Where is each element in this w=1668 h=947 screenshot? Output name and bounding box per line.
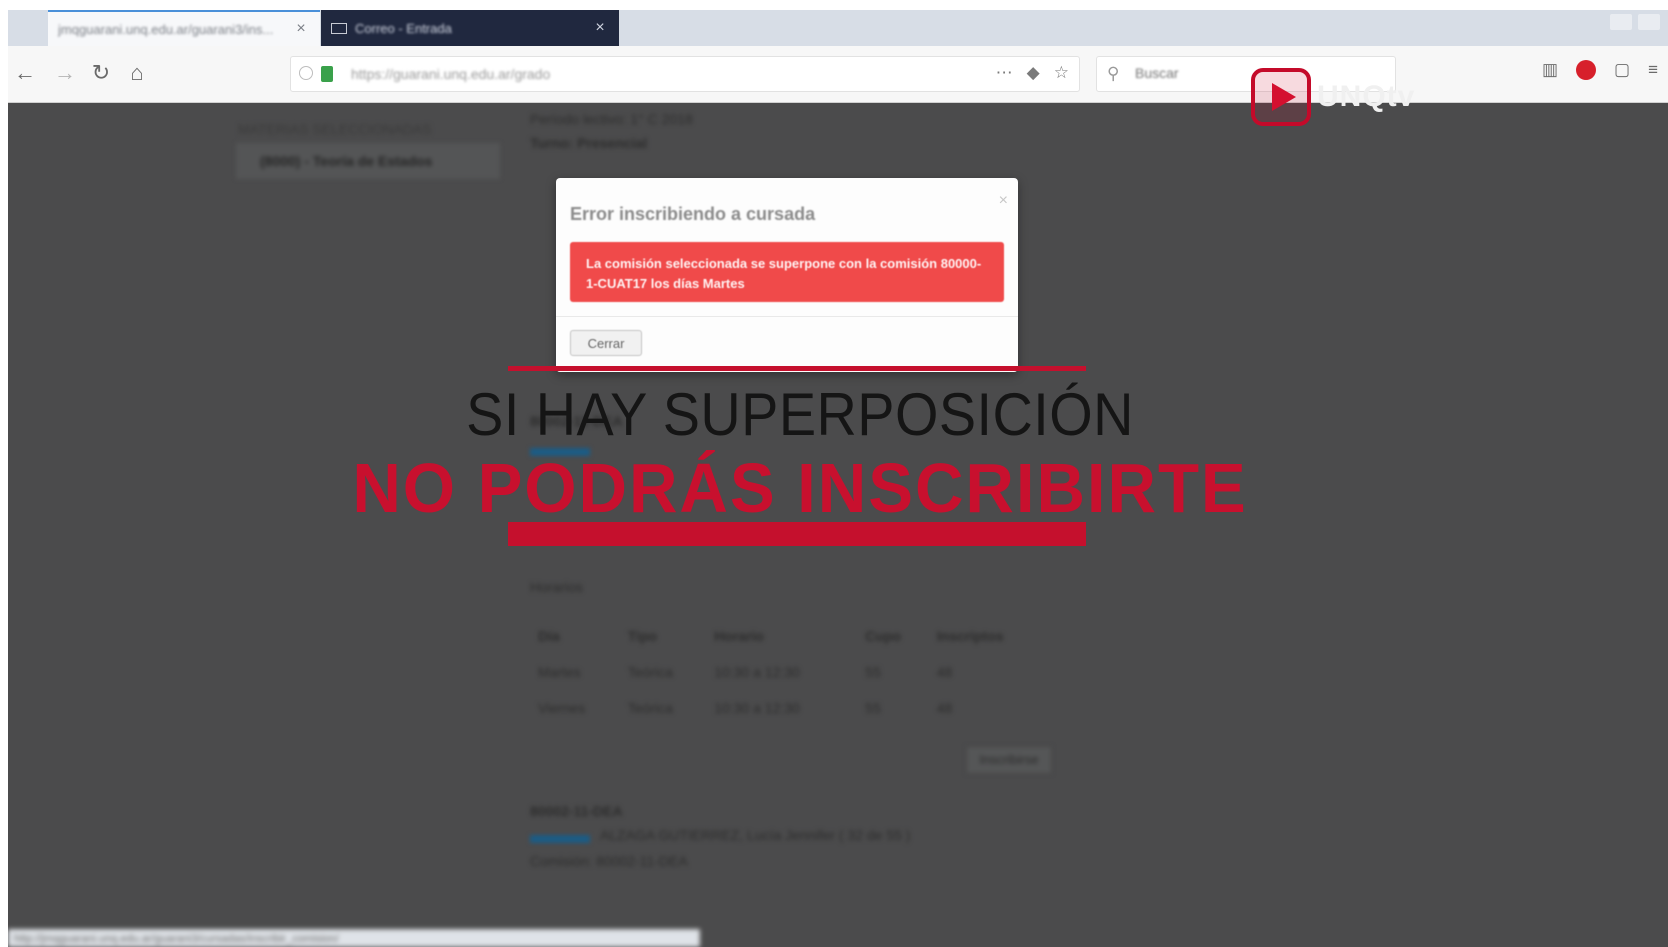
forward-icon[interactable]: → bbox=[52, 60, 78, 86]
window-controls bbox=[1610, 14, 1660, 30]
back-icon[interactable]: ← bbox=[12, 60, 38, 86]
close-icon[interactable]: × bbox=[999, 192, 1008, 210]
error-alert: La comisión seleccionada se superpone co… bbox=[570, 242, 1004, 302]
column-header: Tipo bbox=[627, 628, 658, 644]
play-logo-icon bbox=[1251, 68, 1311, 126]
table-cell: 10:30 a 12:30 bbox=[714, 700, 800, 716]
table-cell: 55 bbox=[865, 664, 881, 680]
more-icon[interactable]: ⋯ bbox=[996, 63, 1013, 83]
mail-icon bbox=[331, 22, 347, 34]
column-header: Cupo bbox=[865, 628, 902, 644]
minimize-icon[interactable] bbox=[1610, 14, 1632, 30]
table-header-row: Día Tipo Horario Cupo Inscriptos bbox=[530, 618, 1050, 654]
browser-toolbar: ← → ↻ ⌂ https://guarani.unq.edu.ar/grado… bbox=[8, 46, 1668, 103]
shift-text: Turno: Presencial bbox=[530, 135, 648, 151]
commission-detail: ALZAGA GUTIERREZ, Lucía Jennifer ( 32 de… bbox=[600, 827, 911, 843]
caption-line-1: SI HAY SUPERPOSICIÓN bbox=[466, 381, 1134, 448]
inscribir-button[interactable]: Inscribirse bbox=[966, 746, 1052, 774]
table-row: Viernes Teórica 10:30 a 12:30 55 48 bbox=[530, 690, 1050, 726]
reload-icon[interactable]: ↻ bbox=[88, 60, 114, 86]
pocket-icon[interactable]: ◆ bbox=[1027, 63, 1040, 83]
error-modal: Error inscribiendo a cursada × La comisi… bbox=[556, 178, 1018, 372]
period-text: Período lectivo: 1° C 2018 bbox=[530, 111, 693, 127]
modal-divider bbox=[556, 316, 1018, 317]
watermark-text: UNQtv bbox=[1317, 80, 1416, 113]
tab-active[interactable]: jmqguarani.unq.edu.ar/guarani3/ins... × bbox=[48, 10, 320, 46]
table-cell: 48 bbox=[936, 700, 953, 716]
tab-close-icon[interactable]: × bbox=[591, 19, 609, 37]
table-cell: 55 bbox=[865, 700, 881, 716]
url-text: https://guarani.unq.edu.ar/grado bbox=[351, 66, 551, 82]
library-icon[interactable]: ▥ bbox=[1542, 60, 1558, 80]
browser-tab-bar: jmqguarani.unq.edu.ar/guarani3/ins... × … bbox=[8, 10, 1668, 46]
table-row: Martes Teórica 10:30 a 12:30 55 48 bbox=[530, 654, 1050, 690]
commission-bar-2 bbox=[530, 835, 590, 843]
lock-icon bbox=[321, 66, 333, 82]
tab-mail[interactable]: Correo - Entrada × bbox=[321, 10, 619, 46]
home-icon[interactable]: ⌂ bbox=[124, 60, 150, 86]
table-cell: 10:30 a 12:30 bbox=[714, 664, 800, 680]
tab-title: jmqguarani.unq.edu.ar/guarani3/ins... bbox=[58, 21, 274, 37]
column-header: Horario bbox=[714, 628, 764, 644]
column-header: Inscriptos bbox=[936, 628, 1004, 644]
menu-icon[interactable]: ≡ bbox=[1648, 60, 1658, 80]
commission-line: Comisión: 80002-11-DEA bbox=[530, 853, 688, 869]
video-frame: jmqguarani.unq.edu.ar/guarani3/ins... × … bbox=[8, 10, 1668, 947]
table-cell: 48 bbox=[936, 664, 953, 680]
commission-code-2: 80002-11-DEA bbox=[530, 803, 623, 819]
column-header: Día bbox=[538, 628, 560, 644]
channel-watermark: UNQtv bbox=[1251, 68, 1415, 126]
modal-title: Error inscribiendo a cursada bbox=[570, 204, 816, 224]
sidebar-title: MATERIAS SELECCIONADAS bbox=[238, 121, 432, 137]
adblock-icon[interactable] bbox=[1576, 60, 1597, 80]
table-cell: Martes bbox=[538, 664, 581, 680]
tab-title: Correo - Entrada bbox=[355, 20, 452, 36]
info-icon[interactable] bbox=[299, 66, 313, 80]
caption-bottom-rule bbox=[508, 522, 1086, 546]
table-cell: Viernes bbox=[538, 700, 586, 716]
status-bar-url: http://jmqguarani.unq.edu.ar/guarani3/cu… bbox=[8, 929, 700, 947]
close-button[interactable]: Cerrar bbox=[570, 330, 642, 356]
tab-close-icon[interactable]: × bbox=[292, 20, 310, 38]
address-bar[interactable]: https://guarani.unq.edu.ar/grado ⋯ ◆ ☆ bbox=[290, 56, 1080, 92]
table-cell: Teórica bbox=[627, 700, 673, 716]
table-cell: Teórica bbox=[627, 664, 673, 680]
search-icon: ⚲ bbox=[1107, 64, 1120, 83]
caption-top-rule bbox=[508, 366, 1086, 371]
caption-line-2: NO PODRÁS INSCRIBIRTE bbox=[352, 449, 1248, 527]
maximize-icon[interactable] bbox=[1638, 14, 1660, 30]
bookmark-star-icon[interactable]: ☆ bbox=[1054, 63, 1069, 83]
schedule-subtitle: Horarios bbox=[530, 579, 583, 595]
sidebar-icon[interactable]: ▢ bbox=[1614, 60, 1630, 80]
sidebar-item-subject[interactable]: (8000) - Teoría de Estados bbox=[236, 143, 500, 179]
schedule-table: Día Tipo Horario Cupo Inscriptos Martes … bbox=[530, 618, 1050, 726]
